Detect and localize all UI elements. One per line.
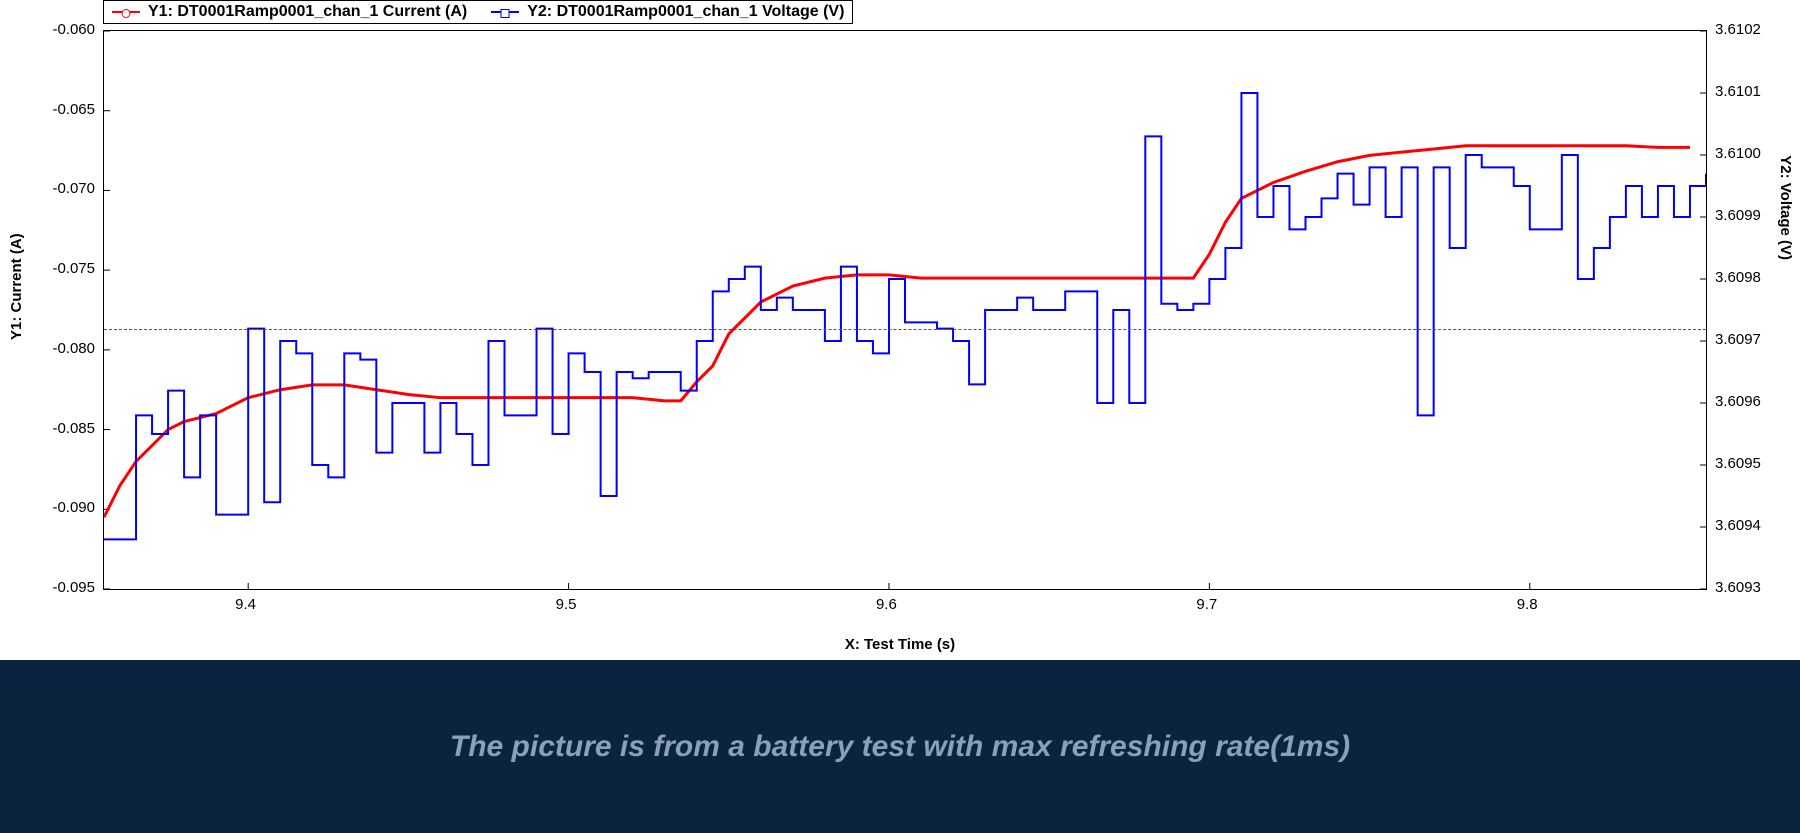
legend-swatch-red-icon [112,11,140,13]
y1-tick: -0.095 [52,579,95,596]
y2-tick: 3.6098 [1715,269,1761,286]
legend-item-y2: Y2: DT0001Ramp0001_chan_1 Voltage (V) [491,3,844,21]
x-tick: 9.5 [556,596,577,613]
y2-tick: 3.6101 [1715,83,1761,100]
y1-tick: -0.075 [52,260,95,277]
y2-tick: 3.6094 [1715,517,1761,534]
y2-tick: 3.6095 [1715,455,1761,472]
y1-tick: -0.070 [52,180,95,197]
caption-text: The picture is from a battery test with … [450,730,1350,764]
y1-tick: -0.085 [52,420,95,437]
y2-axis-label: Y2: Voltage (V) [1777,155,1794,260]
chart-container: Y1: DT0001Ramp0001_chan_1 Current (A) Y2… [0,0,1800,660]
y1-tick: -0.080 [52,340,95,357]
y2-tick: 3.6096 [1715,393,1761,410]
legend: Y1: DT0001Ramp0001_chan_1 Current (A) Y2… [103,0,853,24]
y1-tick: -0.065 [52,101,95,118]
y2-tick: 3.6099 [1715,207,1761,224]
y1-axis-label: Y1: Current (A) [8,233,25,340]
x-tick: 9.8 [1517,596,1538,613]
x-tick: 9.4 [235,596,256,613]
legend-swatch-blue-icon [491,11,519,13]
x-axis-label: X: Test Time (s) [0,636,1800,653]
caption-bar: The picture is from a battery test with … [0,660,1800,833]
legend-item-y1: Y1: DT0001Ramp0001_chan_1 Current (A) [112,3,467,21]
x-tick: 9.7 [1196,596,1217,613]
y1-tick: -0.060 [52,21,95,38]
y2-tick: 3.6102 [1715,21,1761,38]
y2-tick: 3.6097 [1715,331,1761,348]
plot-area[interactable] [103,30,1707,590]
y2-tick: 3.6100 [1715,145,1761,162]
y1-tick: -0.090 [52,499,95,516]
x-tick: 9.6 [876,596,897,613]
legend-label-y1: Y1: DT0001Ramp0001_chan_1 Current (A) [148,3,467,21]
y2-tick: 3.6093 [1715,579,1761,596]
legend-label-y2: Y2: DT0001Ramp0001_chan_1 Voltage (V) [527,3,844,21]
